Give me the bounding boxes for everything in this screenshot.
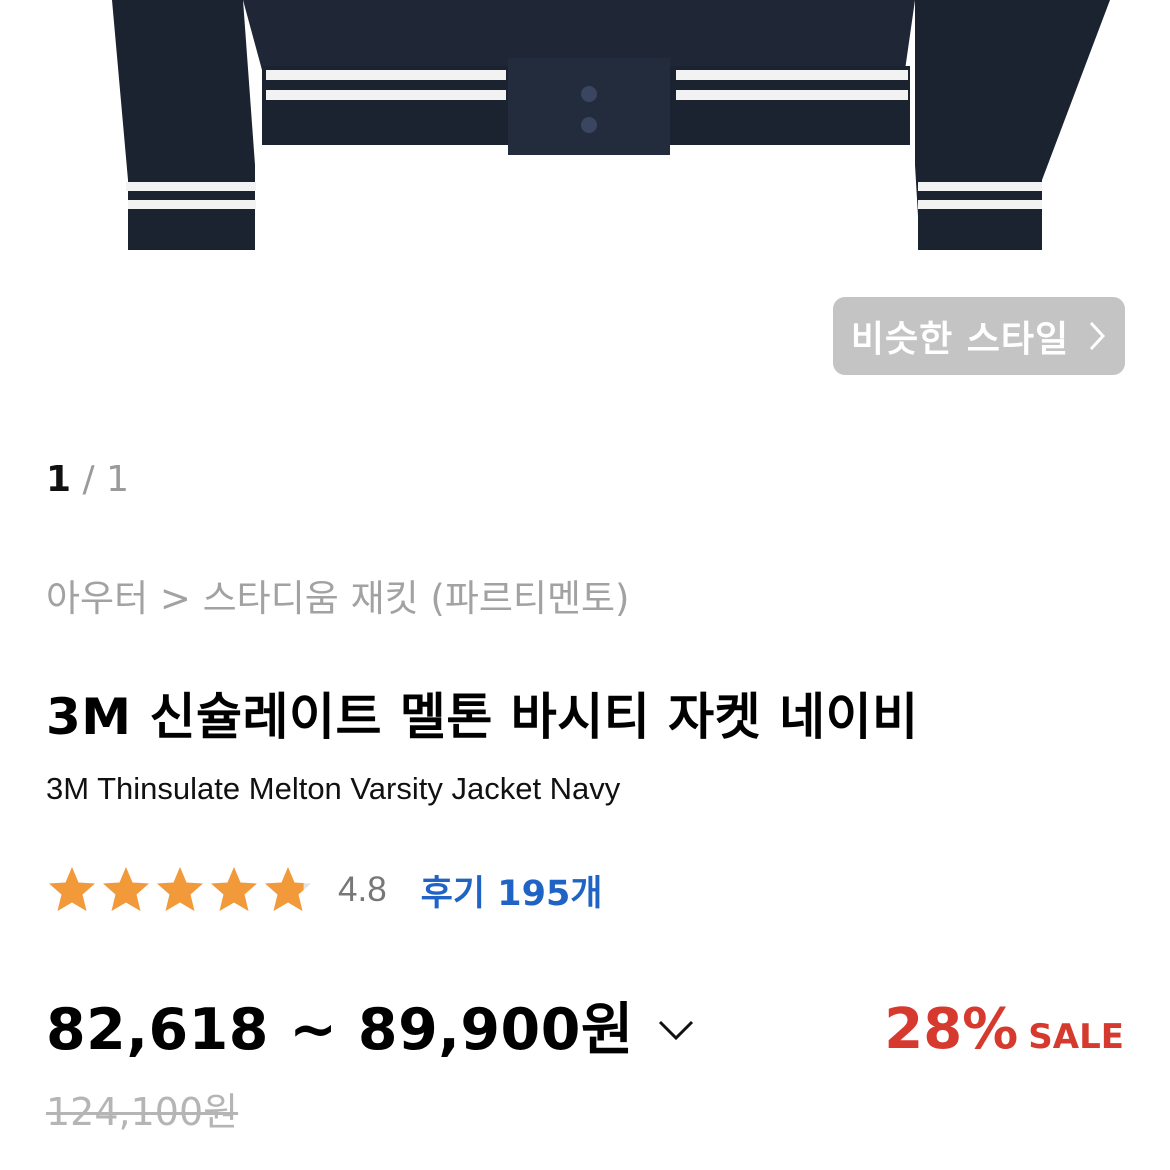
star-icon xyxy=(211,867,257,911)
star-icon xyxy=(49,867,95,911)
product-subtitle: 3M Thinsulate Melton Varsity Jacket Navy xyxy=(46,771,621,806)
breadcrumb[interactable]: 아우터 > 스타디움 재킷 (파르티멘토) xyxy=(46,574,629,624)
review-count-link[interactable]: 후기 195개 xyxy=(421,865,603,916)
pager-separator: / xyxy=(82,459,95,500)
image-pager: 1 / 1 xyxy=(46,456,129,504)
star-icon xyxy=(157,867,203,911)
product-title: 3M 신슐레이트 멜톤 바시티 자켓 네이비 xyxy=(46,688,919,746)
star-icon xyxy=(103,867,149,911)
star-rating xyxy=(46,864,316,916)
product-image xyxy=(112,0,1110,250)
original-price: 124,100원 xyxy=(46,1090,239,1134)
discount-badge: 28% SALE xyxy=(884,994,1124,1066)
pager-current: 1 xyxy=(46,459,72,500)
discount-percent: 28% xyxy=(884,997,1019,1062)
chevron-right-icon xyxy=(1090,321,1106,351)
discount-sale-label: SALE xyxy=(1028,1017,1124,1057)
similar-style-button[interactable]: 비슷한 스타일 xyxy=(833,297,1125,375)
rating-score: 4.8 xyxy=(338,870,387,909)
pager-total: 1 xyxy=(106,459,130,500)
star-icon xyxy=(265,867,311,911)
chevron-down-icon[interactable] xyxy=(656,1018,696,1042)
price-range: 82,618 ~ 89,900원 xyxy=(46,997,634,1063)
rating-row: 4.8 후기 195개 xyxy=(46,862,603,918)
similar-style-label: 비슷한 스타일 xyxy=(850,319,1070,360)
price-row: 82,618 ~ 89,900원 xyxy=(46,992,696,1068)
